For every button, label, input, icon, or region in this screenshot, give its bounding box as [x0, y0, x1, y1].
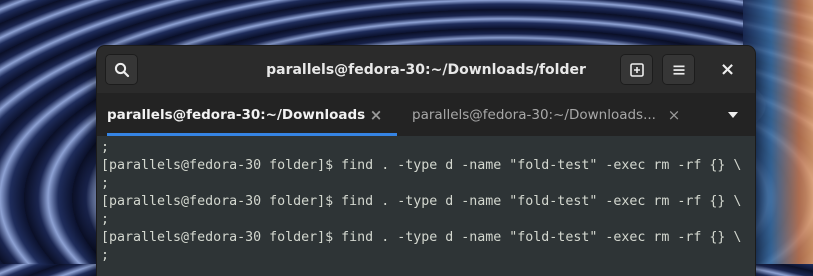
tab-label: parallels@fedora-30:~/Downloads... [412, 106, 656, 123]
tab-list-button[interactable] [711, 93, 755, 136]
window-close-button[interactable]: × [711, 54, 744, 85]
chevron-down-icon [728, 111, 738, 118]
window-title: parallels@fedora-30:~/Downloads/folder [266, 61, 586, 78]
tab-label: parallels@fedora-30:~/Downloads... [107, 106, 365, 123]
terminal-line: [parallels@fedora-30 folder]$ find . -ty… [101, 230, 742, 245]
search-button[interactable] [105, 54, 138, 85]
close-icon: × [719, 59, 736, 80]
header-bar: parallels@fedora-30:~/Downloads/folder × [97, 46, 755, 94]
new-tab-icon [629, 62, 644, 77]
tab-bar: parallels@fedora-30:~/Downloads... × par… [97, 93, 755, 137]
terminal-line: [parallels@fedora-30 folder]$ find . -ty… [101, 194, 742, 209]
terminal-line: [parallels@fedora-30 folder]$ find . -ty… [101, 158, 742, 173]
tab-close-icon[interactable]: × [663, 106, 685, 124]
terminal-window: parallels@fedora-30:~/Downloads/folder ×… [97, 46, 755, 276]
tab-close-icon[interactable]: × [365, 106, 387, 124]
terminal-output[interactable]: ; [parallels@fedora-30 folder]$ find . -… [97, 136, 755, 276]
terminal-line: ; [101, 176, 110, 191]
terminal-line: ; [101, 140, 110, 155]
terminal-line: ; [101, 248, 110, 263]
main-menu-button[interactable] [662, 54, 695, 85]
new-tab-button[interactable] [620, 54, 653, 85]
hamburger-menu-icon [673, 65, 684, 75]
tab-1[interactable]: parallels@fedora-30:~/Downloads... × [107, 93, 397, 136]
tab-2[interactable]: parallels@fedora-30:~/Downloads... × [405, 93, 695, 136]
terminal-line: ; [101, 212, 110, 227]
search-icon [114, 62, 129, 77]
